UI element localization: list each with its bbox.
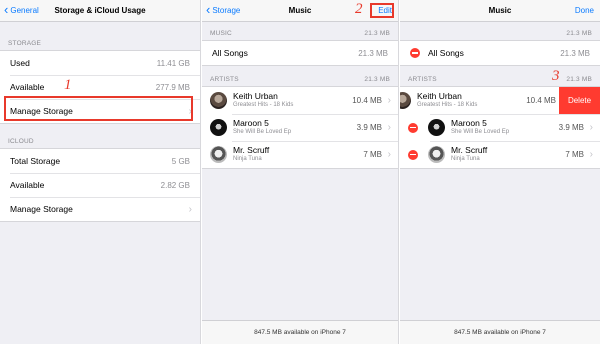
row-label: Manage Storage [10,204,73,214]
list-item[interactable]: Mr. Scruff Ninja Tuna 7 MB › [400,141,600,168]
row-label: All Songs [212,48,248,58]
delete-minus-icon[interactable] [408,122,418,133]
album-name: Greatest Hits - 18 Kids [233,101,294,108]
section-title: ARTISTS [408,76,437,83]
chevron-right-icon: › [387,122,391,133]
artist-size: 10.4 MB [526,96,556,105]
row-value: 2.82 GB [160,180,190,190]
chevron-right-icon: › [387,149,391,160]
artist-size: 7 MB [565,150,584,159]
page-title: Storage & iCloud Usage [54,6,146,15]
artist-name: Mr. Scruff [451,144,488,155]
artist-name: Keith Urban [233,90,278,101]
done-button[interactable]: Done [575,6,594,15]
row-value: 21.3 MB [358,48,388,58]
annotation-highlight [4,96,193,121]
artist-avatar [428,146,445,163]
step-number: 2 [355,1,363,17]
delete-button[interactable]: Delete [559,87,600,114]
list-item[interactable]: Mr. Scruff Ninja Tuna 7 MB › [202,141,398,168]
music-panel: ‹ Storage Music Edit 2 MUSIC 21.3 MB All… [202,0,399,344]
row-value: 11.41 GB [156,58,190,68]
chevron-right-icon: › [387,95,391,106]
section-header-artists: ARTISTS 21.3 MB [408,76,592,83]
artist-avatar [210,92,227,109]
annotation-highlight [370,3,394,18]
all-songs-group: All Songs 21.3 MB [400,40,600,66]
chevron-right-icon: › [589,149,593,160]
icloud-manage-storage-button[interactable]: Manage Storage › [0,197,200,221]
album-name: Greatest Hits - 18 Kids [417,101,478,108]
all-songs-group: All Songs 21.3 MB [202,40,398,66]
album-name: She Will Be Loved Ep [451,128,510,135]
all-songs-row: All Songs 21.3 MB [400,41,600,65]
section-size: 21.3 MB [566,76,592,83]
section-title: MUSIC [210,30,232,37]
used-row: Used 11.41 GB [0,51,200,75]
artist-name: Maroon 5 [233,117,269,128]
icloud-group: Total Storage 5 GB Available 2.82 GB Man… [0,148,200,222]
artist-name: Maroon 5 [451,117,487,128]
section-header-icloud: ICLOUD [8,138,34,145]
page-title: Music [488,6,512,15]
artist-name: Mr. Scruff [233,144,270,155]
album-name: Ninja Tuna [451,155,480,162]
artist-name: Keith Urban [417,90,462,101]
nav-bar: ‹ Storage Music Edit [202,0,398,22]
section-size: 21.3 MB [364,30,390,37]
artists-list: Keith Urban Greatest Hits - 18 Kids 10.4… [400,86,600,169]
list-item[interactable]: Keith Urban Greatest Hits - 18 Kids 10.4… [202,87,398,114]
nav-bar: Music Done [400,0,600,22]
storage-footer: 847.5 MB available on iPhone 7 [400,320,600,344]
delete-minus-icon[interactable] [410,48,420,58]
list-item[interactable]: Maroon 5 She Will Be Loved Ep 3.9 MB › [202,114,398,141]
artist-size: 7 MB [363,150,382,159]
music-edit-panel: Music Done 21.3 MB All Songs 21.3 MB ART… [400,0,600,344]
artist-avatar [210,146,227,163]
artist-size: 3.9 MB [356,123,382,132]
delete-minus-icon[interactable] [408,149,418,160]
step-number: 1 [64,77,72,93]
section-header-artists: ARTISTS 21.3 MB [210,76,390,83]
row-label: Total Storage [10,156,61,166]
all-songs-row[interactable]: All Songs 21.3 MB [202,41,398,65]
album-name: Ninja Tuna [233,155,262,162]
section-title: ARTISTS [210,76,239,83]
artists-list: Keith Urban Greatest Hits - 18 Kids 10.4… [202,86,398,169]
artist-size: 10.4 MB [352,96,382,105]
nav-bar: ‹ General Storage & iCloud Usage [0,0,200,22]
chevron-right-icon: › [188,203,192,215]
section-header-storage: STORAGE [8,40,42,47]
artist-avatar [400,92,411,109]
total-storage-row: Total Storage 5 GB [0,149,200,173]
row-label: Available [10,180,45,190]
artist-avatar [428,119,445,136]
row-value: 277.9 MB [155,82,190,92]
row-value: 5 GB [171,156,190,166]
row-label: Used [10,58,30,68]
row-label: All Songs [428,48,464,58]
icloud-available-row: Available 2.82 GB [0,173,200,197]
row-label: Available [10,82,45,92]
section-header-music: MUSIC 21.3 MB [210,30,390,37]
row-value: 21.3 MB [560,48,590,58]
section-size: 21.3 MB [364,76,390,83]
storage-icloud-panel: ‹ General Storage & iCloud Usage STORAGE… [0,0,201,344]
step-number: 3 [552,68,560,84]
chevron-right-icon: › [589,122,593,133]
album-name: She Will Be Loved Ep [233,128,292,135]
artist-avatar [210,119,227,136]
list-item-swiped[interactable]: Keith Urban Greatest Hits - 18 Kids 10.4… [400,87,600,114]
list-item[interactable]: Maroon 5 She Will Be Loved Ep 3.9 MB › [400,114,600,141]
storage-footer: 847.5 MB available on iPhone 7 [202,320,398,344]
section-size: 21.3 MB [566,30,592,37]
artist-size: 3.9 MB [558,123,584,132]
page-title: Music [288,6,312,15]
